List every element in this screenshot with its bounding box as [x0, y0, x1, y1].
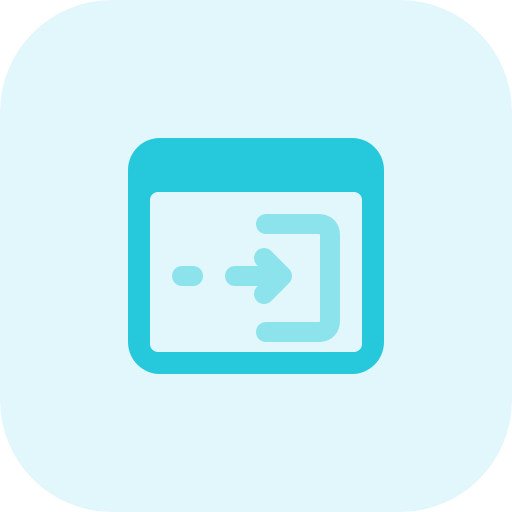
browser-login-icon: [0, 0, 512, 512]
app-icon-tile: [0, 0, 512, 512]
